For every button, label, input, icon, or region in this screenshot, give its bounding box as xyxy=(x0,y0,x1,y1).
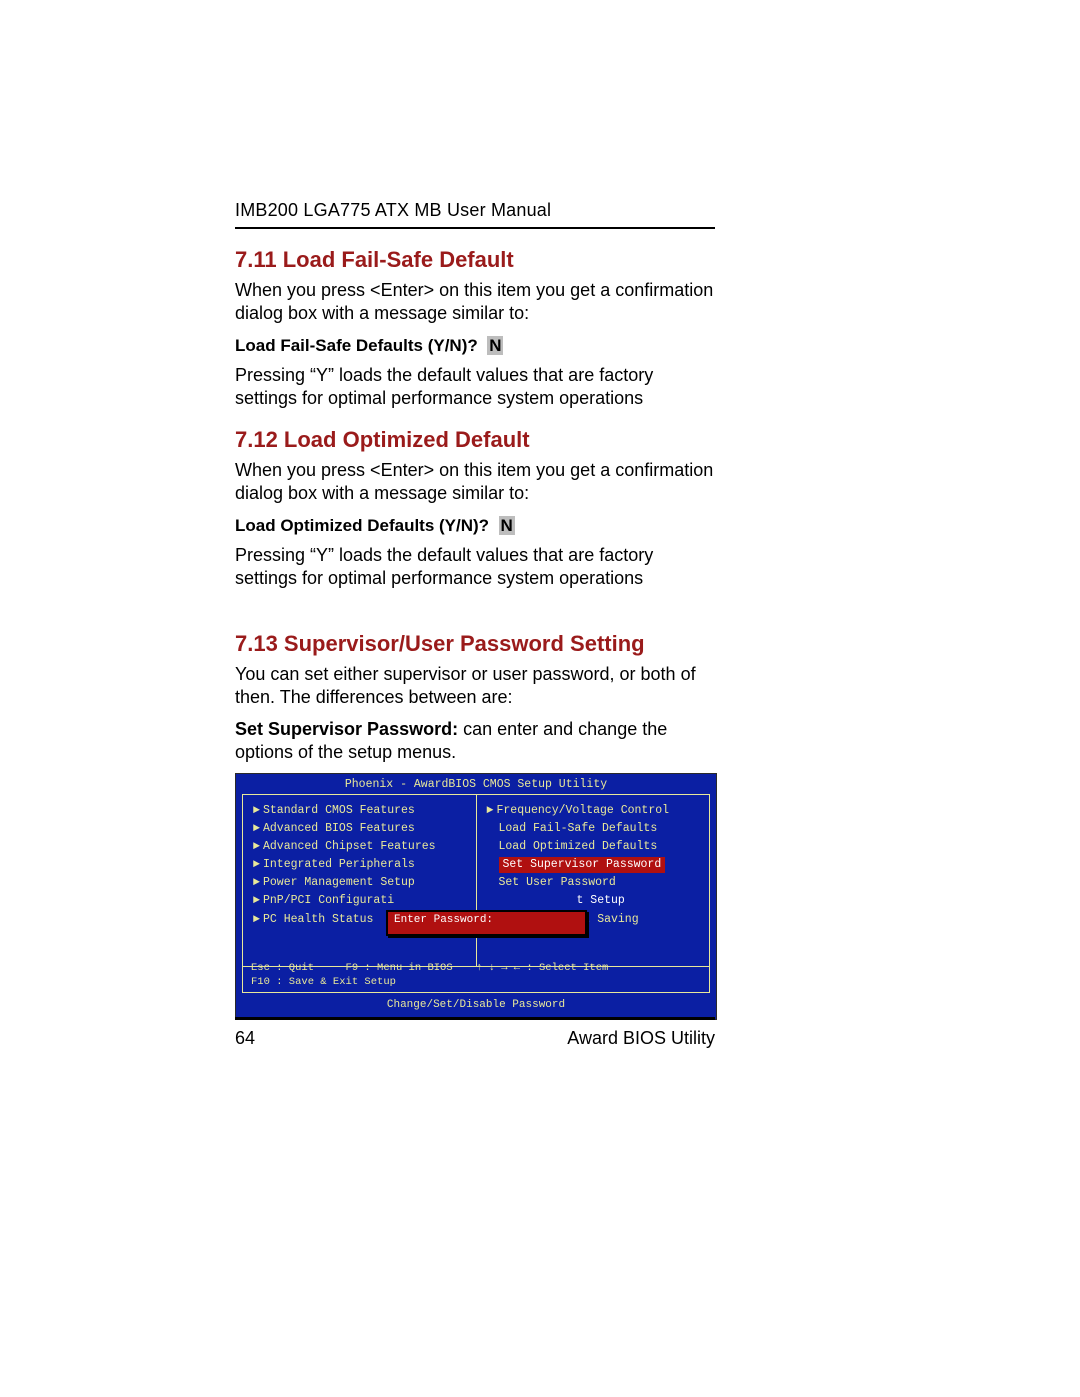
bios-left-label: PC Health Status xyxy=(263,913,373,926)
prompt-failsafe: Load Fail-Safe Defaults (Y/N)? N xyxy=(235,336,715,356)
heading-7-11: 7.11 Load Fail-Safe Default xyxy=(235,247,715,273)
footer-section-title: Award BIOS Utility xyxy=(567,1028,715,1049)
para-7-11-desc: Pressing “Y” loads the default values th… xyxy=(235,364,715,409)
page-content: IMB200 LGA775 ATX MB User Manual 7.11 Lo… xyxy=(235,200,715,1020)
bios-right-item: Load Fail-Safe Defaults xyxy=(487,821,700,837)
header-rule xyxy=(235,227,715,229)
bios-selected-label: Set Supervisor Password xyxy=(499,857,666,873)
triangle-icon: ► xyxy=(253,821,263,837)
prompt-failsafe-default: N xyxy=(487,336,503,355)
bios-password-popup: Enter Password: xyxy=(386,910,587,936)
prompt-optimized: Load Optimized Defaults (Y/N)? N xyxy=(235,516,715,536)
set-supervisor-label: Set Supervisor Password: xyxy=(235,719,458,739)
triangle-icon: ► xyxy=(253,839,263,855)
bios-figure: Phoenix - AwardBIOS CMOS Setup Utility ►… xyxy=(235,773,717,1020)
bios-left-label: Standard CMOS Features xyxy=(263,804,415,817)
bios-right-column: ►Frequency/Voltage Control Load Fail-Saf… xyxy=(476,795,710,966)
para-7-11-intro: When you press <Enter> on this item you … xyxy=(235,279,715,324)
para-7-13-intro: You can set either supervisor or user pa… xyxy=(235,663,715,708)
bios-key-f10: F10 : Save & Exit Setup xyxy=(251,976,396,988)
heading-7-13: 7.13 Supervisor/User Password Setting xyxy=(235,631,715,657)
bios-left-item: ►Standard CMOS Features xyxy=(253,803,466,819)
bios-frame: ►Standard CMOS Features ►Advanced BIOS F… xyxy=(242,794,710,967)
triangle-icon: ► xyxy=(253,912,263,928)
bios-right-item-selected: Set Supervisor Password xyxy=(487,857,700,873)
running-head: IMB200 LGA775 ATX MB User Manual xyxy=(235,200,715,221)
bios-key-f9: F9 : Menu in BIOS xyxy=(346,962,453,974)
bios-left-column: ►Standard CMOS Features ►Advanced BIOS F… xyxy=(243,795,476,966)
bios-right-label: Load Optimized Defaults xyxy=(487,839,658,855)
footer-rule xyxy=(235,1017,715,1020)
triangle-icon: ► xyxy=(253,875,263,891)
bios-right-label: Load Fail-Safe Defaults xyxy=(487,821,658,837)
para-7-13-desc: Set Supervisor Password: can enter and c… xyxy=(235,718,715,763)
bios-left-item: ►PnP/PCI Configurati xyxy=(253,893,466,909)
prompt-optimized-default: N xyxy=(499,516,515,535)
page-footer: 64 Award BIOS Utility xyxy=(235,1005,715,1049)
page-number: 64 xyxy=(235,1028,255,1049)
bios-left-label: Advanced Chipset Features xyxy=(263,840,436,853)
bios-left-item: ►Advanced Chipset Features xyxy=(253,839,466,855)
bios-right-item-frag: t Setup xyxy=(487,893,700,909)
bios-right-label: t Setup xyxy=(487,894,625,907)
bios-key-help: Esc : Quit F9 : Menu in BIOS F10 : Save … xyxy=(242,959,710,993)
bios-title: Phoenix - AwardBIOS CMOS Setup Utility xyxy=(236,774,716,795)
heading-7-12: 7.12 Load Optimized Default xyxy=(235,427,715,453)
triangle-icon: ► xyxy=(253,803,263,819)
bios-key-arrows: ↑ ↓ → ← : Select Item xyxy=(476,962,608,974)
triangle-icon: ► xyxy=(253,857,263,873)
para-7-12-desc: Pressing “Y” loads the default values th… xyxy=(235,544,715,589)
prompt-failsafe-label: Load Fail-Safe Defaults (Y/N)? xyxy=(235,336,478,355)
bios-left-label: Advanced BIOS Features xyxy=(263,822,415,835)
bios-left-item: ►Integrated Peripherals xyxy=(253,857,466,873)
bios-right-item: Set User Password xyxy=(487,875,700,891)
bios-left-item: ►Power Management Setup xyxy=(253,875,466,891)
bios-left-label: PnP/PCI Configurati xyxy=(263,894,394,907)
bios-left-label: Integrated Peripherals xyxy=(263,858,415,871)
para-7-12-intro: When you press <Enter> on this item you … xyxy=(235,459,715,504)
triangle-icon: ► xyxy=(487,803,497,819)
page: IMB200 LGA775 ATX MB User Manual 7.11 Lo… xyxy=(0,0,1080,1397)
bios-key-esc: Esc : Quit xyxy=(251,962,314,974)
bios-right-item: ►Frequency/Voltage Control xyxy=(487,803,700,819)
triangle-icon: ► xyxy=(253,893,263,909)
bios-right-label: Frequency/Voltage Control xyxy=(497,804,670,817)
bios-right-label: Set User Password xyxy=(487,875,616,891)
bios-left-label: Power Management Setup xyxy=(263,876,415,889)
bios-right-item: Load Optimized Defaults xyxy=(487,839,700,855)
bios-left-item: ►Advanced BIOS Features xyxy=(253,821,466,837)
prompt-optimized-label: Load Optimized Defaults (Y/N)? xyxy=(235,516,489,535)
